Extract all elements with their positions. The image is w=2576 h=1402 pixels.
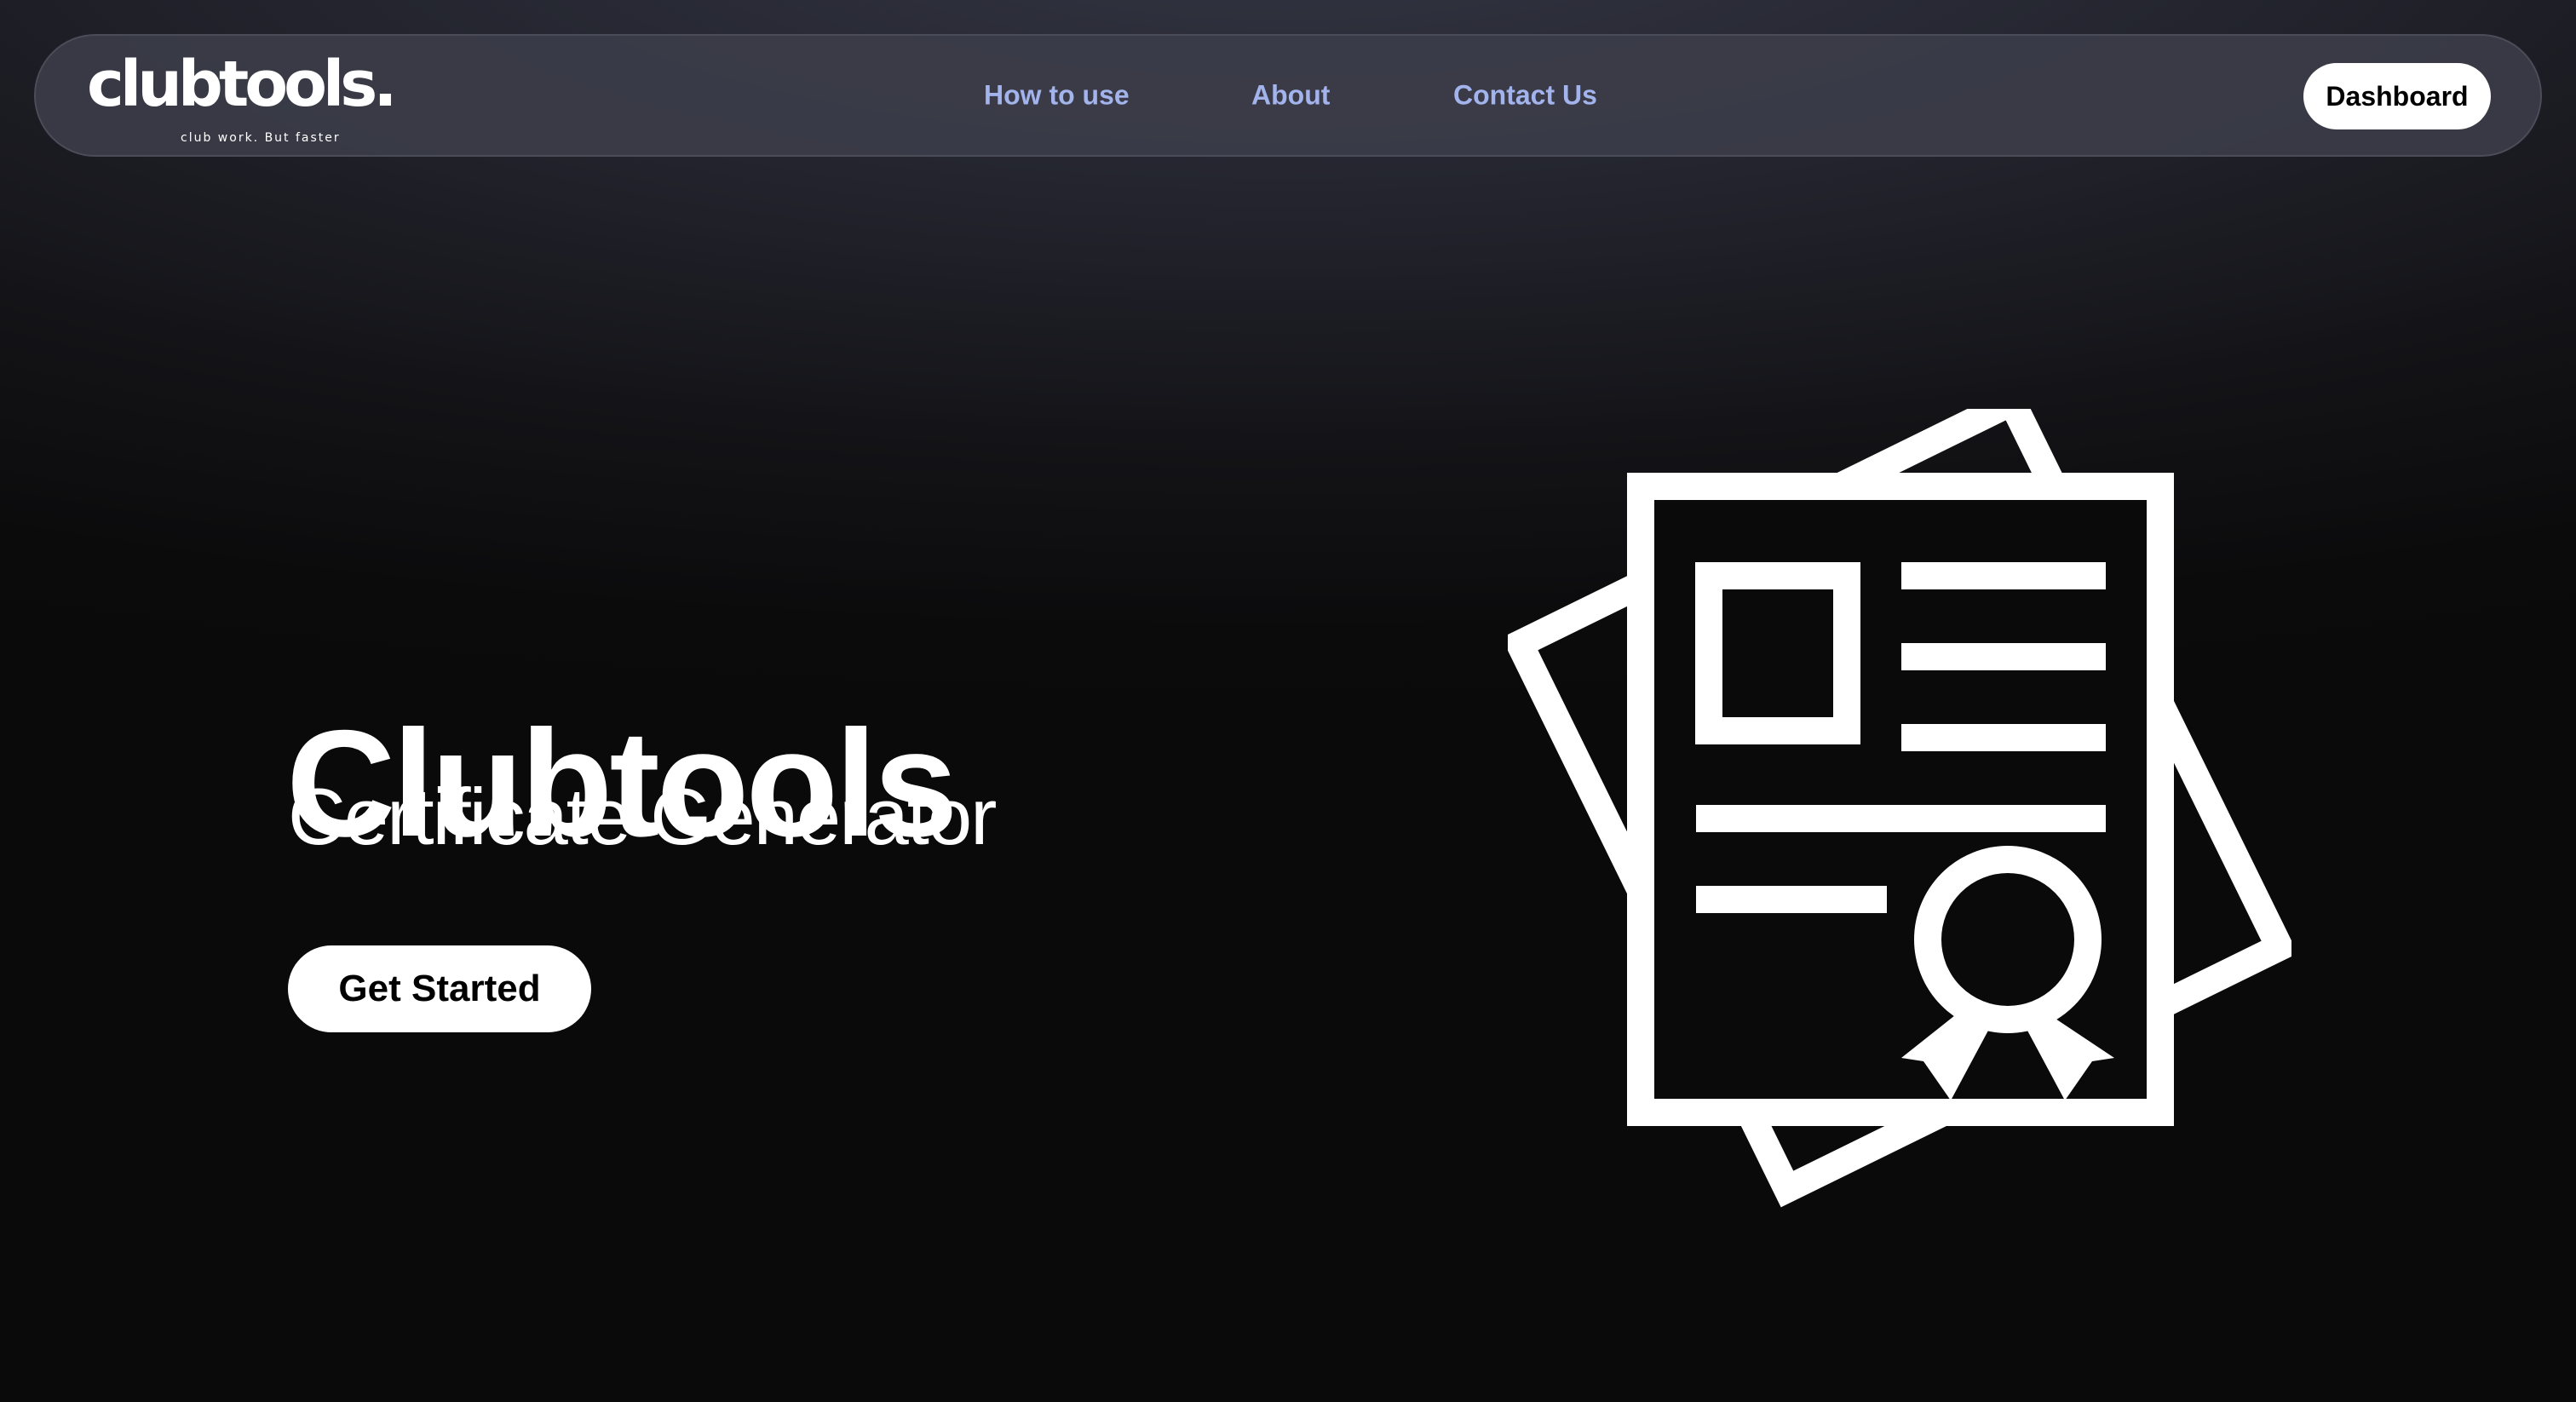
nav-links: How to use About Contact Us <box>36 36 2540 155</box>
nav-link-about[interactable]: About <box>1251 80 1330 112</box>
hero-subtitle: Certificate Generator <box>288 772 997 861</box>
logo-wordmark: clubtools. <box>87 48 397 121</box>
clubtools-logo[interactable]: clubtools. club work. But faster <box>87 53 397 147</box>
dashboard-button[interactable]: Dashboard <box>2303 63 2491 129</box>
nav-link-how-to-use[interactable]: How to use <box>984 80 1130 112</box>
nav-link-contact-us[interactable]: Contact Us <box>1453 80 1597 112</box>
get-started-button[interactable]: Get Started <box>288 945 591 1032</box>
logo-tagline: club work. But faster <box>181 131 341 145</box>
certificate-icon <box>1508 409 2291 1208</box>
navbar: clubtools. club work. But faster How to … <box>34 34 2542 157</box>
